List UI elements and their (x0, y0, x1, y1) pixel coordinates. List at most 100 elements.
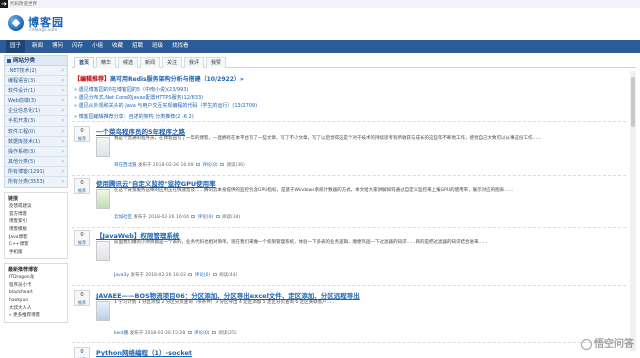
tab-news[interactable]: 新闻 (140, 57, 161, 68)
nav-item-groups[interactable]: 小组 (88, 40, 107, 53)
digg-button[interactable]: 0 推荐 (74, 347, 90, 358)
digg-button[interactable]: 0 推荐 (74, 230, 90, 246)
header: 博客园 cnblogs.com (0, 8, 640, 40)
post-comments[interactable]: 评论(0) (198, 215, 213, 220)
post-tabs: 首页 精华 候选 新闻 关注 我评 我赞 (72, 55, 636, 68)
recommend-more-link[interactable]: » 更多推荐博客 (5, 312, 67, 320)
sidebar-link[interactable]: 博客索引 (5, 218, 67, 226)
post-comments[interactable]: 评论(0) (202, 163, 217, 168)
category-item[interactable]: 所有分类(3553) › (5, 177, 67, 187)
category-item[interactable]: 其他分类(5) › (5, 157, 67, 167)
tab-my-comments[interactable]: 我评 (184, 57, 205, 68)
arrow-icon[interactable]: ➔ (0, 0, 8, 8)
category-label: .NET技术(2) (8, 68, 37, 74)
recommend-link[interactable]: blackheart (5, 289, 67, 297)
category-icon (7, 59, 11, 63)
nav-item-home[interactable]: 园子 (6, 40, 26, 53)
category-box: 网站分类 .NET技术(2) › 编程语言(3) › 软件设计(1) › Web前端(… (4, 55, 68, 189)
tab-home[interactable]: 首页 (74, 57, 95, 68)
category-item[interactable]: 软件工程(0) › (5, 127, 67, 137)
notice-headline[interactable]: 【编辑推荐】高可用Redis服务架构分析与搭建（10/2922）» (74, 74, 244, 83)
category-label: 操作系统(3) (8, 148, 36, 155)
nav-item-questions[interactable]: 博问 (48, 40, 67, 53)
post-author[interactable]: 哥在西北狼 (114, 163, 137, 168)
logo-domain: cnblogs.com (29, 28, 58, 33)
tab-following[interactable]: 关注 (162, 57, 183, 68)
category-item[interactable]: 手机开发(3) › (5, 116, 67, 127)
sidebar-link[interactable]: 手机版 (5, 249, 67, 257)
chevron-right-icon: › (61, 147, 64, 155)
recommend-box: 最新推荐博客 ITDragon龙 程序员小卡 blackheart haokyu… (4, 263, 68, 323)
digg-label: 推荐 (78, 300, 86, 305)
category-item[interactable]: 数据库技术(1) › (5, 137, 67, 147)
post-author[interactable]: kent鹏 (114, 331, 128, 336)
category-item[interactable]: .NET技术(2) › (5, 66, 67, 77)
sidebar-link[interactable]: C++博客 (5, 241, 67, 249)
post-reads: 阅读(25) (218, 331, 237, 336)
watermark-icon (581, 338, 592, 350)
digg-count: 0 (80, 128, 84, 134)
category-label: 软件工程(0) (8, 128, 36, 135)
sidebar-link[interactable]: 反馈或建议 (5, 203, 67, 211)
post-author[interactable]: Java3y (114, 273, 129, 278)
author-avatar[interactable] (96, 241, 110, 261)
read-icon (215, 215, 220, 218)
tab-my-likes[interactable]: 我赞 (206, 57, 227, 68)
nav-item-classes[interactable]: 班级 (148, 40, 167, 53)
post-reads: 阅读(34) (222, 215, 241, 220)
nav-item-favorites[interactable]: 收藏 (108, 40, 127, 53)
category-item[interactable]: 所有博客(1291) › (5, 167, 67, 178)
category-item[interactable]: Web前端(3) › (5, 96, 67, 107)
notice-more[interactable]: » 博客园编辑推荐分享：自述的架构 分类推荐(2 -6 2) (74, 113, 194, 120)
nav-item-flash[interactable]: 闪存 (68, 40, 87, 53)
post-comments[interactable]: 评论(0) (195, 273, 210, 278)
nav-item-jobs[interactable]: 招聘 (128, 40, 147, 53)
tab-featured[interactable]: 精华 (96, 57, 117, 68)
post-summary: 前面我们做的小项目都是一个表的，业务代码也相对简单。现在我们来做一个权限管理系统… (114, 240, 488, 245)
scrollbar[interactable] (630, 71, 636, 351)
author-avatar[interactable] (96, 189, 110, 209)
nav-item-search[interactable]: 找找看 (168, 40, 193, 53)
nav-item-news[interactable]: 新闻 (28, 40, 47, 53)
author-avatar[interactable] (96, 137, 110, 157)
sidebar-link[interactable]: Java博客 (5, 234, 67, 242)
recommend-link[interactable]: 大叔大人人 (5, 305, 67, 313)
post-comments[interactable]: 评论(0) (194, 331, 209, 336)
post-footer: 云加社区 发布于 2018-02-26 16:04 评论(0) 阅读(34) (114, 214, 240, 220)
chevron-right-icon: › (61, 67, 64, 74)
published-label: 发布于 (133, 215, 149, 220)
tab-candidates[interactable]: 候选 (118, 57, 139, 68)
sidebar-link[interactable]: 博客模板 (5, 226, 67, 234)
site-logo[interactable]: 博客园 cnblogs.com (8, 13, 568, 37)
category-item[interactable]: 企业信息化(1) › (5, 106, 67, 117)
read-icon (212, 273, 217, 276)
editor-recommend: 【编辑推荐】高可用Redis服务架构分析与搭建（10/2922）» » 遇见博客… (72, 70, 626, 122)
category-label: 软件设计(1) (8, 88, 36, 95)
post-title[interactable]: Python网络编程（1）-socket (96, 347, 192, 357)
scrollbar-thumb[interactable] (631, 77, 635, 127)
digg-count: 0 (80, 292, 84, 298)
category-item[interactable]: 操作系统(3) › (5, 147, 67, 157)
recommend-link[interactable]: haokyun (5, 297, 67, 305)
digg-button[interactable]: 0 推荐 (74, 290, 90, 306)
sidebar-link[interactable]: 官方博客 (5, 211, 67, 219)
post-title[interactable]: 一个菜鸟程序员的5年程序之路 (96, 126, 185, 136)
recommend-link[interactable]: 程序员小卡 (5, 282, 67, 290)
category-item[interactable]: 软件设计(1) › (5, 86, 67, 97)
post-title[interactable]: 使用腾讯云"自定义监控"监控GPU使用率 (96, 178, 216, 188)
author-avatar[interactable] (96, 301, 110, 321)
digg-button[interactable]: 0 推荐 (74, 126, 90, 142)
post-title[interactable]: 【JavaWeb】权限管理系统 (96, 230, 179, 240)
notice-line[interactable]: » 遇见博客园的0在博客园的5（中南小说)(23/993) (74, 86, 188, 93)
category-label: 数据库技术(1) (8, 138, 41, 145)
recommend-link[interactable]: ITDragon龙 (5, 274, 67, 282)
links-box: 链接 反馈或建议 官方博客 博客索引 博客模板 Java博客 C++博客 手机版 (4, 192, 68, 260)
post-author[interactable]: 云加社区 (114, 215, 132, 220)
notice-line[interactable]: » 遇见从外观和关头的 Java 与用户交互实现编程的代码（学生的运行）(13/… (74, 102, 257, 109)
digg-button[interactable]: 0 推荐 (74, 178, 90, 194)
post-title[interactable]: JAVAEE——BOS物流项目06：分区添加、分区导出excel文件、定区添加、… (96, 290, 360, 300)
post-reads: 阅读(44) (219, 273, 238, 278)
category-item[interactable]: 编程语言(3) › (5, 76, 67, 87)
post-item: 0 推荐 一个菜鸟程序员的5年程序之路 我是个普通的程序员，在博客园写了一年的博… (72, 124, 626, 176)
notice-line[interactable]: » 遇见分布式.Net Core的javax配置HTTPS服务(12/633) (74, 94, 203, 101)
